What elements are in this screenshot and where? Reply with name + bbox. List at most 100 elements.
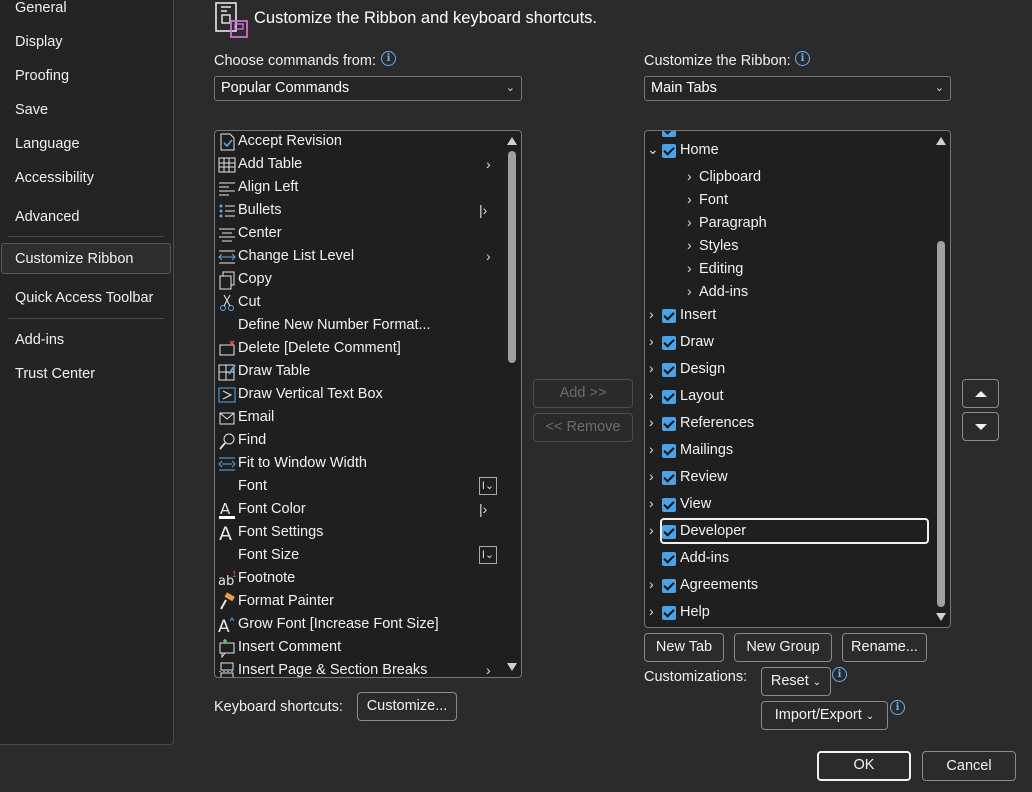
scroll-up-icon[interactable]: [507, 137, 517, 145]
tree-item-add-ins[interactable]: Add-ins: [645, 547, 935, 571]
checkbox-icon[interactable]: [662, 309, 676, 323]
chevron-right-icon[interactable]: ›: [649, 495, 654, 511]
chevron-right-icon[interactable]: ›: [649, 387, 654, 403]
move-down-button[interactable]: [962, 412, 999, 441]
command-list-item[interactable]: Find: [215, 430, 505, 453]
command-list-item[interactable]: Font Size I⌄: [215, 545, 505, 568]
chevron-right-icon[interactable]: ›: [687, 191, 692, 207]
cancel-button[interactable]: Cancel: [922, 751, 1016, 781]
chevron-right-icon[interactable]: ›: [687, 168, 692, 184]
scroll-up-icon[interactable]: [936, 137, 946, 145]
ribbon-tabs-tree[interactable]: ⌄ Home › Clipboard › Font › Paragraph › Styles ›…: [644, 130, 951, 628]
checkbox-icon[interactable]: [662, 498, 676, 512]
command-list-item[interactable]: Font I⌄: [215, 476, 505, 499]
tree-item-references[interactable]: › References: [645, 412, 935, 436]
checkbox-icon[interactable]: [662, 579, 676, 593]
sidebar-item-advanced[interactable]: Advanced: [15, 209, 80, 225]
command-list-item[interactable]: Insert Page & Section Breaks ›: [215, 660, 505, 677]
ribbon-tree-scrollbar[interactable]: [932, 131, 950, 627]
command-list-item[interactable]: A Grow Font [Increase Font Size]: [215, 614, 505, 637]
ribbon-tabs-dropdown[interactable]: Main Tabs ⌄: [644, 76, 951, 101]
tree-item-insert[interactable]: › Insert: [645, 304, 935, 328]
command-list-item[interactable]: Insert Comment: [215, 637, 505, 660]
checkbox-icon[interactable]: [662, 606, 676, 620]
rename-button[interactable]: Rename...: [842, 633, 927, 662]
sidebar-item-display[interactable]: Display: [15, 34, 63, 50]
checkbox-icon[interactable]: [662, 131, 676, 137]
move-up-button[interactable]: [962, 379, 999, 408]
tree-item-developer[interactable]: › Developer: [645, 518, 935, 544]
command-list-item[interactable]: Delete [Delete Comment]: [215, 338, 505, 361]
tree-item-mailings[interactable]: › Mailings: [645, 439, 935, 463]
tree-item-home[interactable]: ⌄ Home: [645, 139, 935, 163]
tree-group-item[interactable]: › Clipboard: [645, 166, 935, 190]
tree-item-draw[interactable]: › Draw: [645, 331, 935, 355]
checkbox-icon[interactable]: [662, 444, 676, 458]
chevron-right-icon[interactable]: ›: [649, 333, 654, 349]
sidebar-item-trust-center[interactable]: Trust Center: [15, 366, 95, 382]
chevron-right-icon[interactable]: ›: [649, 576, 654, 592]
import-export-button[interactable]: Import/Export ⌄: [761, 701, 888, 730]
command-list-item[interactable]: Change List Level ›: [215, 246, 505, 269]
sidebar-item-customize-ribbon[interactable]: Customize Ribbon: [15, 251, 133, 267]
command-list-item[interactable]: Define New Number Format...: [215, 315, 505, 338]
command-list-item[interactable]: A Font Color |›: [215, 499, 505, 522]
sidebar-item-proofing[interactable]: Proofing: [15, 68, 69, 84]
sidebar-item-language[interactable]: Language: [15, 136, 80, 152]
command-list-item[interactable]: Align Left: [215, 177, 505, 200]
command-list-item[interactable]: Cut: [215, 292, 505, 315]
command-list-item[interactable]: Center: [215, 223, 505, 246]
tree-item-view[interactable]: › View: [645, 493, 935, 517]
checkbox-icon[interactable]: [662, 471, 676, 485]
chevron-right-icon[interactable]: ›: [687, 283, 692, 299]
info-icon[interactable]: i: [795, 51, 810, 66]
checkbox-icon[interactable]: [662, 417, 676, 431]
tree-group-item[interactable]: › Paragraph: [645, 212, 935, 236]
command-list-item[interactable]: Email: [215, 407, 505, 430]
command-list-item[interactable]: Fit to Window Width: [215, 453, 505, 476]
info-icon[interactable]: i: [832, 667, 847, 682]
tree-item-help[interactable]: › Help: [645, 601, 935, 625]
tree-item-agreements[interactable]: › Agreements: [645, 574, 935, 598]
sidebar-item-accessibility[interactable]: Accessibility: [15, 170, 94, 186]
sidebar-item-quick-access-toolbar[interactable]: Quick Access Toolbar: [15, 290, 153, 306]
chevron-right-icon[interactable]: ›: [649, 306, 654, 322]
checkbox-icon[interactable]: [662, 525, 676, 539]
checkbox-icon[interactable]: [662, 363, 676, 377]
commands-scrollbar[interactable]: [503, 131, 521, 677]
checkbox-icon[interactable]: [662, 336, 676, 350]
tree-item-layout[interactable]: › Layout: [645, 385, 935, 409]
new-group-button[interactable]: New Group: [734, 633, 832, 662]
chevron-right-icon[interactable]: ›: [687, 214, 692, 230]
commands-list[interactable]: Accept Revision Add Table › Align Left Bulle…: [214, 130, 522, 678]
reset-button[interactable]: Reset ⌄: [761, 667, 831, 696]
checkbox-icon[interactable]: [662, 390, 676, 404]
info-icon[interactable]: i: [381, 51, 396, 66]
chevron-right-icon[interactable]: ›: [687, 237, 692, 253]
sidebar-item-save[interactable]: Save: [15, 102, 48, 118]
chevron-right-icon[interactable]: ›: [649, 603, 654, 619]
command-list-item[interactable]: Add Table ›: [215, 154, 505, 177]
chevron-right-icon[interactable]: ›: [649, 468, 654, 484]
command-list-item[interactable]: Copy: [215, 269, 505, 292]
tree-group-item[interactable]: › Font: [645, 189, 935, 213]
choose-commands-dropdown[interactable]: Popular Commands ⌄: [214, 76, 522, 101]
tree-group-item[interactable]: › Editing: [645, 258, 935, 282]
chevron-right-icon[interactable]: ›: [649, 360, 654, 376]
command-list-item[interactable]: Format Painter: [215, 591, 505, 614]
command-list-item[interactable]: Bullets |›: [215, 200, 505, 223]
scroll-thumb[interactable]: [937, 241, 945, 607]
command-list-item[interactable]: Draw Table: [215, 361, 505, 384]
chevron-right-icon[interactable]: ›: [649, 441, 654, 457]
checkbox-icon[interactable]: [662, 144, 676, 158]
chevron-right-icon[interactable]: ›: [649, 414, 654, 430]
add-button[interactable]: Add >>: [533, 379, 633, 408]
scroll-down-icon[interactable]: [507, 663, 517, 671]
customize-shortcuts-button[interactable]: Customize...: [357, 692, 457, 721]
remove-button[interactable]: << Remove: [533, 413, 633, 442]
info-icon[interactable]: i: [890, 700, 905, 715]
new-tab-button[interactable]: New Tab: [644, 633, 724, 662]
command-list-item[interactable]: Draw Vertical Text Box: [215, 384, 505, 407]
tree-item-review[interactable]: › Review: [645, 466, 935, 490]
scroll-down-icon[interactable]: [936, 613, 946, 621]
